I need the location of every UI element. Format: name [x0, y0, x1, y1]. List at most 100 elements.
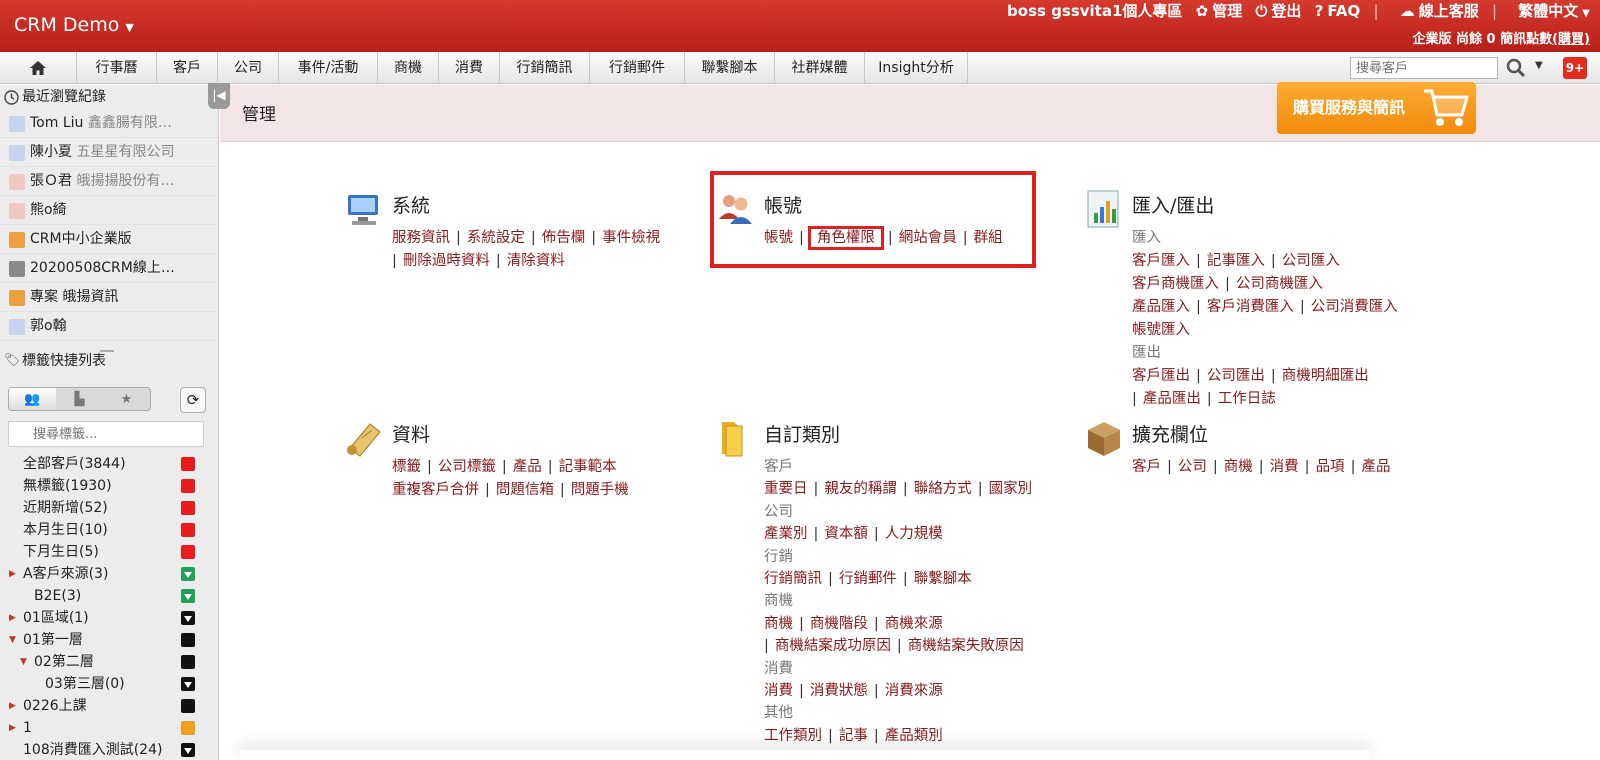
tag-item[interactable]: ▼ 02第二層 — [0, 651, 218, 673]
link-main-sections-data-links_row2-1[interactable]: 問題信箱 — [496, 482, 554, 498]
tag-color-swatch[interactable] — [181, 655, 195, 669]
link-main-sections-io-export_rows-1-1[interactable]: 工作日誌 — [1218, 391, 1276, 407]
link-main-sections-io-export_rows-0-2[interactable]: 商機明細匯出 — [1282, 368, 1369, 384]
link-main-sections-data-links_row1-2[interactable]: 產品 — [513, 459, 542, 475]
recent-item[interactable]: 專案 皒揚資訊 — [0, 283, 218, 312]
tab-5[interactable]: 消費 — [439, 52, 500, 84]
link-main-sections-data-links_row1-1[interactable]: 公司標籤 — [438, 459, 496, 475]
logout-link[interactable]: ⏻ 登出 — [1251, 2, 1301, 20]
link-main-sections-io-export_rows-0-1[interactable]: 公司匯出 — [1207, 368, 1265, 384]
caret-down-icon[interactable]: ▼ — [9, 629, 16, 651]
home-button[interactable] — [0, 52, 77, 84]
role-permission-link[interactable]: 角色權限 — [807, 226, 884, 250]
link-main-sections-io-import_rows-2-1[interactable]: 客戶消費匯入 — [1207, 299, 1294, 315]
link-main-sections-io-import_rows-3-0[interactable]: 帳號匯入 — [1132, 322, 1190, 338]
tag-item[interactable]: ▼ 01第一層 — [0, 629, 218, 651]
link-main-sections-custom-groups-1-rows-0-0[interactable]: 產業別 — [764, 526, 808, 542]
tag-item[interactable]: B2E(3) — [0, 585, 218, 607]
tag-color-swatch[interactable] — [181, 721, 195, 735]
filter-icon[interactable] — [181, 677, 195, 691]
tab-1[interactable]: 客戶 — [157, 52, 218, 84]
brand-menu[interactable]: CRM Demo ▼ — [14, 14, 134, 36]
recent-item[interactable]: 郭o翰 — [0, 312, 218, 341]
buy-sms-link[interactable]: (購買) — [1552, 32, 1590, 47]
filter-icon[interactable] — [181, 743, 195, 757]
search-dropdown-icon[interactable]: ▼ — [1535, 60, 1543, 71]
link-main-sections-system-links_row1-0[interactable]: 服務資訊 — [392, 230, 450, 246]
link-main-sections-custom-groups-0-rows-0-2[interactable]: 聯絡方式 — [914, 481, 972, 497]
link-main-sections-io-import_rows-0-0[interactable]: 客戶匯入 — [1132, 253, 1190, 269]
language-select[interactable]: 繁體中文 ▼ — [1514, 2, 1590, 20]
star-tags-tab[interactable]: ★ — [103, 388, 150, 410]
manage-link[interactable]: ✿ 管理 — [1192, 2, 1243, 20]
tab-3[interactable]: 事件/活動 — [279, 52, 378, 84]
recent-item[interactable]: 張Ｏ君 皒揚揚股份有… — [0, 167, 218, 196]
link-main-sections-custom-groups-3-rows-0-0[interactable]: 商機 — [764, 616, 793, 632]
search-button[interactable] — [1505, 57, 1527, 79]
link-main-sections-io-export_rows-1-0[interactable]: 產品匯出 — [1143, 391, 1201, 407]
caret-right-icon[interactable]: ▶ — [9, 563, 16, 585]
link-main-sections-custom-groups-3-rows-1-0[interactable]: 商機結案成功原因 — [775, 638, 891, 654]
link-main-sections-system-links_row1-3[interactable]: 事件檢視 — [602, 230, 660, 246]
link-main-sections-io-import_rows-1-1[interactable]: 公司商機匯入 — [1236, 276, 1323, 292]
link-main-sections-custom-groups-5-rows-0-2[interactable]: 產品類別 — [885, 728, 943, 744]
link-main-sections-custom-groups-4-rows-0-1[interactable]: 消費狀態 — [810, 683, 868, 699]
link-main-sections-custom-groups-2-rows-0-2[interactable]: 聯繫腳本 — [914, 571, 972, 587]
faq-link[interactable]: ? FAQ — [1311, 2, 1361, 20]
tag-color-swatch[interactable] — [181, 457, 195, 471]
link-main-sections-system-links_row2-0[interactable]: 刪除過時資料 — [403, 253, 490, 269]
user-area-link[interactable]: boss gssvita1個人專區 — [1007, 2, 1182, 20]
link-main-sections-fields-links-1[interactable]: 公司 — [1178, 459, 1207, 475]
company-tags-tab[interactable]: ▙ — [56, 388, 103, 410]
customer-search-input[interactable] — [1350, 57, 1498, 79]
link-main-sections-custom-groups-1-rows-0-2[interactable]: 人力規模 — [885, 526, 943, 542]
link-main-sections-io-import_rows-0-2[interactable]: 公司匯入 — [1282, 253, 1340, 269]
link-main-sections-system-links_row2-1[interactable]: 清除資料 — [507, 253, 565, 269]
link-main-sections-custom-groups-3-rows-0-1[interactable]: 商機階段 — [810, 616, 868, 632]
link-main-sections-io-import_rows-1-0[interactable]: 客戶商機匯入 — [1132, 276, 1219, 292]
link-main-sections-fields-links-5[interactable]: 產品 — [1361, 459, 1390, 475]
link-main-sections-system-links_row1-2[interactable]: 佈告欄 — [542, 230, 586, 246]
link-main-sections-account-links-2[interactable]: 網站會員 — [899, 230, 957, 246]
link-main-sections-custom-groups-4-rows-0-0[interactable]: 消費 — [764, 683, 793, 699]
tag-item[interactable]: 108消費匯入測試(24) — [0, 739, 218, 760]
support-link[interactable]: ☁ 線上客服 — [1396, 2, 1479, 20]
tag-item[interactable]: 全部客戶(3844) — [0, 453, 218, 475]
tag-item[interactable]: ▶ 01區域(1) — [0, 607, 218, 629]
link-main-sections-fields-links-0[interactable]: 客戶 — [1132, 459, 1161, 475]
link-main-sections-custom-groups-5-rows-0-1[interactable]: 記事 — [839, 728, 868, 744]
tab-4[interactable]: 商機 — [378, 52, 439, 84]
tab-0[interactable]: 行事曆 — [77, 52, 157, 84]
recent-item[interactable]: 陳小夏 五星星有限公司 — [0, 138, 218, 167]
tag-color-swatch[interactable] — [181, 545, 195, 559]
tab-6[interactable]: 行銷簡訊 — [500, 52, 590, 84]
recent-item[interactable]: CRM中小企業版 — [0, 225, 218, 254]
filter-icon[interactable] — [181, 611, 195, 625]
recent-item[interactable]: 熊o綺 — [0, 196, 218, 225]
caret-right-icon[interactable]: ▶ — [9, 717, 16, 739]
tag-item[interactable]: ▶ 0226上課 — [0, 695, 218, 717]
link-main-sections-data-links_row2-2[interactable]: 問題手機 — [571, 482, 629, 498]
recent-item[interactable]: Tom Liu 鑫鑫腸有限… — [0, 109, 218, 138]
notification-badge[interactable]: 9+ — [1563, 57, 1587, 79]
link-main-sections-custom-groups-2-rows-0-1[interactable]: 行銷郵件 — [839, 571, 897, 587]
tab-9[interactable]: 社群媒體 — [775, 52, 865, 84]
link-main-sections-custom-groups-0-rows-0-0[interactable]: 重要日 — [764, 481, 808, 497]
caret-right-icon[interactable]: ▶ — [9, 607, 16, 629]
collapse-sidebar-button[interactable]: |◀ — [208, 83, 230, 109]
filter-icon[interactable] — [181, 589, 195, 603]
link-main-sections-account-links-0[interactable]: 帳號 — [764, 230, 793, 246]
tag-search-input[interactable] — [8, 421, 204, 447]
tag-item[interactable]: 下月生日(5) — [0, 541, 218, 563]
link-main-sections-custom-groups-0-rows-0-1[interactable]: 親友的稱謂 — [824, 481, 897, 497]
link-main-sections-data-links_row1-0[interactable]: 標籤 — [392, 459, 421, 475]
caret-right-icon[interactable]: ▶ — [9, 695, 16, 717]
caret-down-icon[interactable]: ▼ — [20, 651, 27, 673]
tag-color-swatch[interactable] — [181, 523, 195, 537]
link-main-sections-fields-links-2[interactable]: 商機 — [1224, 459, 1253, 475]
tag-item[interactable]: 近期新增(52) — [0, 497, 218, 519]
tag-item[interactable]: 無標籤(1930) — [0, 475, 218, 497]
link-main-sections-io-import_rows-2-2[interactable]: 公司消費匯入 — [1311, 299, 1398, 315]
recent-item[interactable]: 20200508CRM線上… — [0, 254, 218, 283]
link-main-sections-custom-groups-0-rows-0-3[interactable]: 國家別 — [989, 481, 1033, 497]
